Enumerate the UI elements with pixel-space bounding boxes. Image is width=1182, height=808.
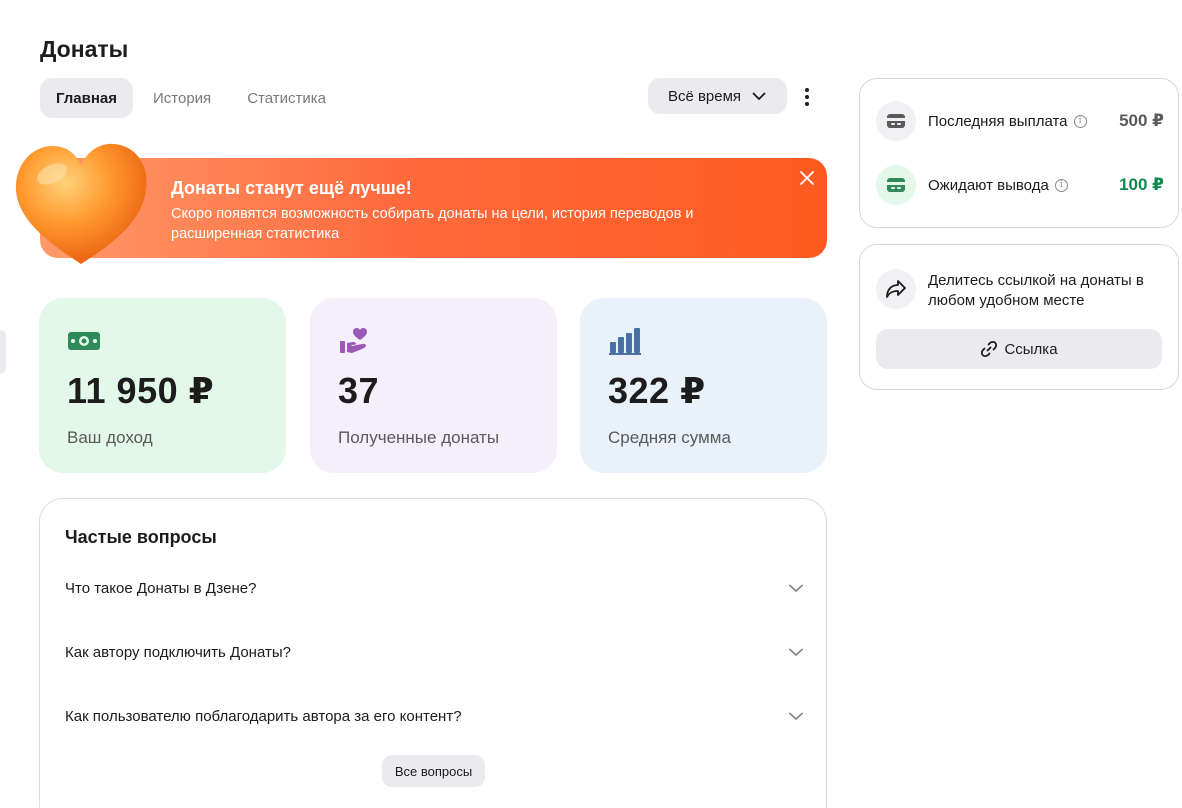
copy-link-label: Ссылка [1004,340,1058,358]
all-questions-button[interactable]: Все вопросы [382,755,485,787]
wallet-icon [876,165,916,205]
more-dot-icon [805,102,809,106]
faq-question: Что такое Донаты в Дзене? [65,579,257,597]
stat-card-donations: 37 Полученные донаты [310,298,557,473]
income-value: 11 950 ₽ [67,370,215,411]
page-title: Донаты [40,36,129,62]
faq-item[interactable]: Как пользователю поблагодарить автора за… [65,702,805,730]
wallet-icon [876,101,916,141]
average-value: 322 ₽ [608,370,706,411]
banner-text: Скоро появятся возможность собирать дона… [171,206,694,242]
tab-statistics[interactable]: Статистика [231,78,342,118]
info-icon[interactable]: i [1054,178,1068,192]
last-payout-value: 500 ₽ [1119,111,1164,130]
bar-chart-icon [609,328,641,355]
chevron-down-icon [789,648,803,656]
more-dot-icon [805,88,809,92]
donate-hand-icon [340,328,367,353]
link-icon [981,340,998,358]
share-card: Делитесь ссылкой на донаты в любом удобн… [859,244,1179,390]
chevron-down-icon [789,584,803,592]
stat-card-income: 11 950 ₽ Ваш доход [39,298,286,473]
faq-question: Как автору подключить Донаты? [65,643,291,661]
donations-count-value: 37 [338,370,380,411]
collapsed-sidebar-tab[interactable] [0,330,6,374]
share-text: Делитесь ссылкой на донаты в любом удобн… [928,272,1144,309]
average-label: Средняя сумма [608,428,731,447]
banner-title: Донаты станут ещё лучше! [171,178,412,198]
pending-payout-value: 100 ₽ [1119,175,1164,194]
faq-question: Как пользователю поблагодарить автора за… [65,707,462,725]
tab-main[interactable]: Главная [40,78,134,118]
pending-payout-row: Ожидают вывода i 100 ₽ [876,165,1164,205]
last-payout-row: Последняя выплата i 500 ₽ [876,101,1164,141]
share-arrow-icon [876,269,916,309]
chevron-down-icon [752,92,766,100]
pending-payout-label: Ожидают вывода [928,176,1049,194]
last-payout-label: Последняя выплата [928,112,1068,130]
period-select-label: Всё время [667,87,742,105]
info-icon[interactable]: i [1073,114,1087,128]
tab-history[interactable]: История [137,78,227,118]
faq-section: Частые вопросы Что такое Донаты в Дзене?… [39,498,827,808]
chevron-down-icon [789,712,803,720]
period-select-button[interactable]: Всё время [648,78,787,114]
income-label: Ваш доход [67,428,153,447]
money-icon [68,332,100,350]
donations-count-label: Полученные донаты [338,428,500,447]
heart-icon [15,143,147,264]
tab-bar: Главная История Статистика [40,78,342,118]
promo-banner: Донаты станут ещё лучше! Скоро появятся … [15,143,827,264]
more-options-button[interactable] [796,84,818,110]
more-dot-icon [805,95,809,99]
faq-title: Частые вопросы [65,527,217,547]
faq-item[interactable]: Что такое Донаты в Дзене? [65,574,805,602]
faq-item[interactable]: Как автору подключить Донаты? [65,638,805,666]
stat-card-average: 322 ₽ Средняя сумма [580,298,827,473]
payouts-card: Последняя выплата i 500 ₽ Ожидают вывода… [859,78,1179,228]
copy-link-button[interactable]: Ссылка [876,329,1162,369]
close-icon[interactable] [799,170,815,186]
